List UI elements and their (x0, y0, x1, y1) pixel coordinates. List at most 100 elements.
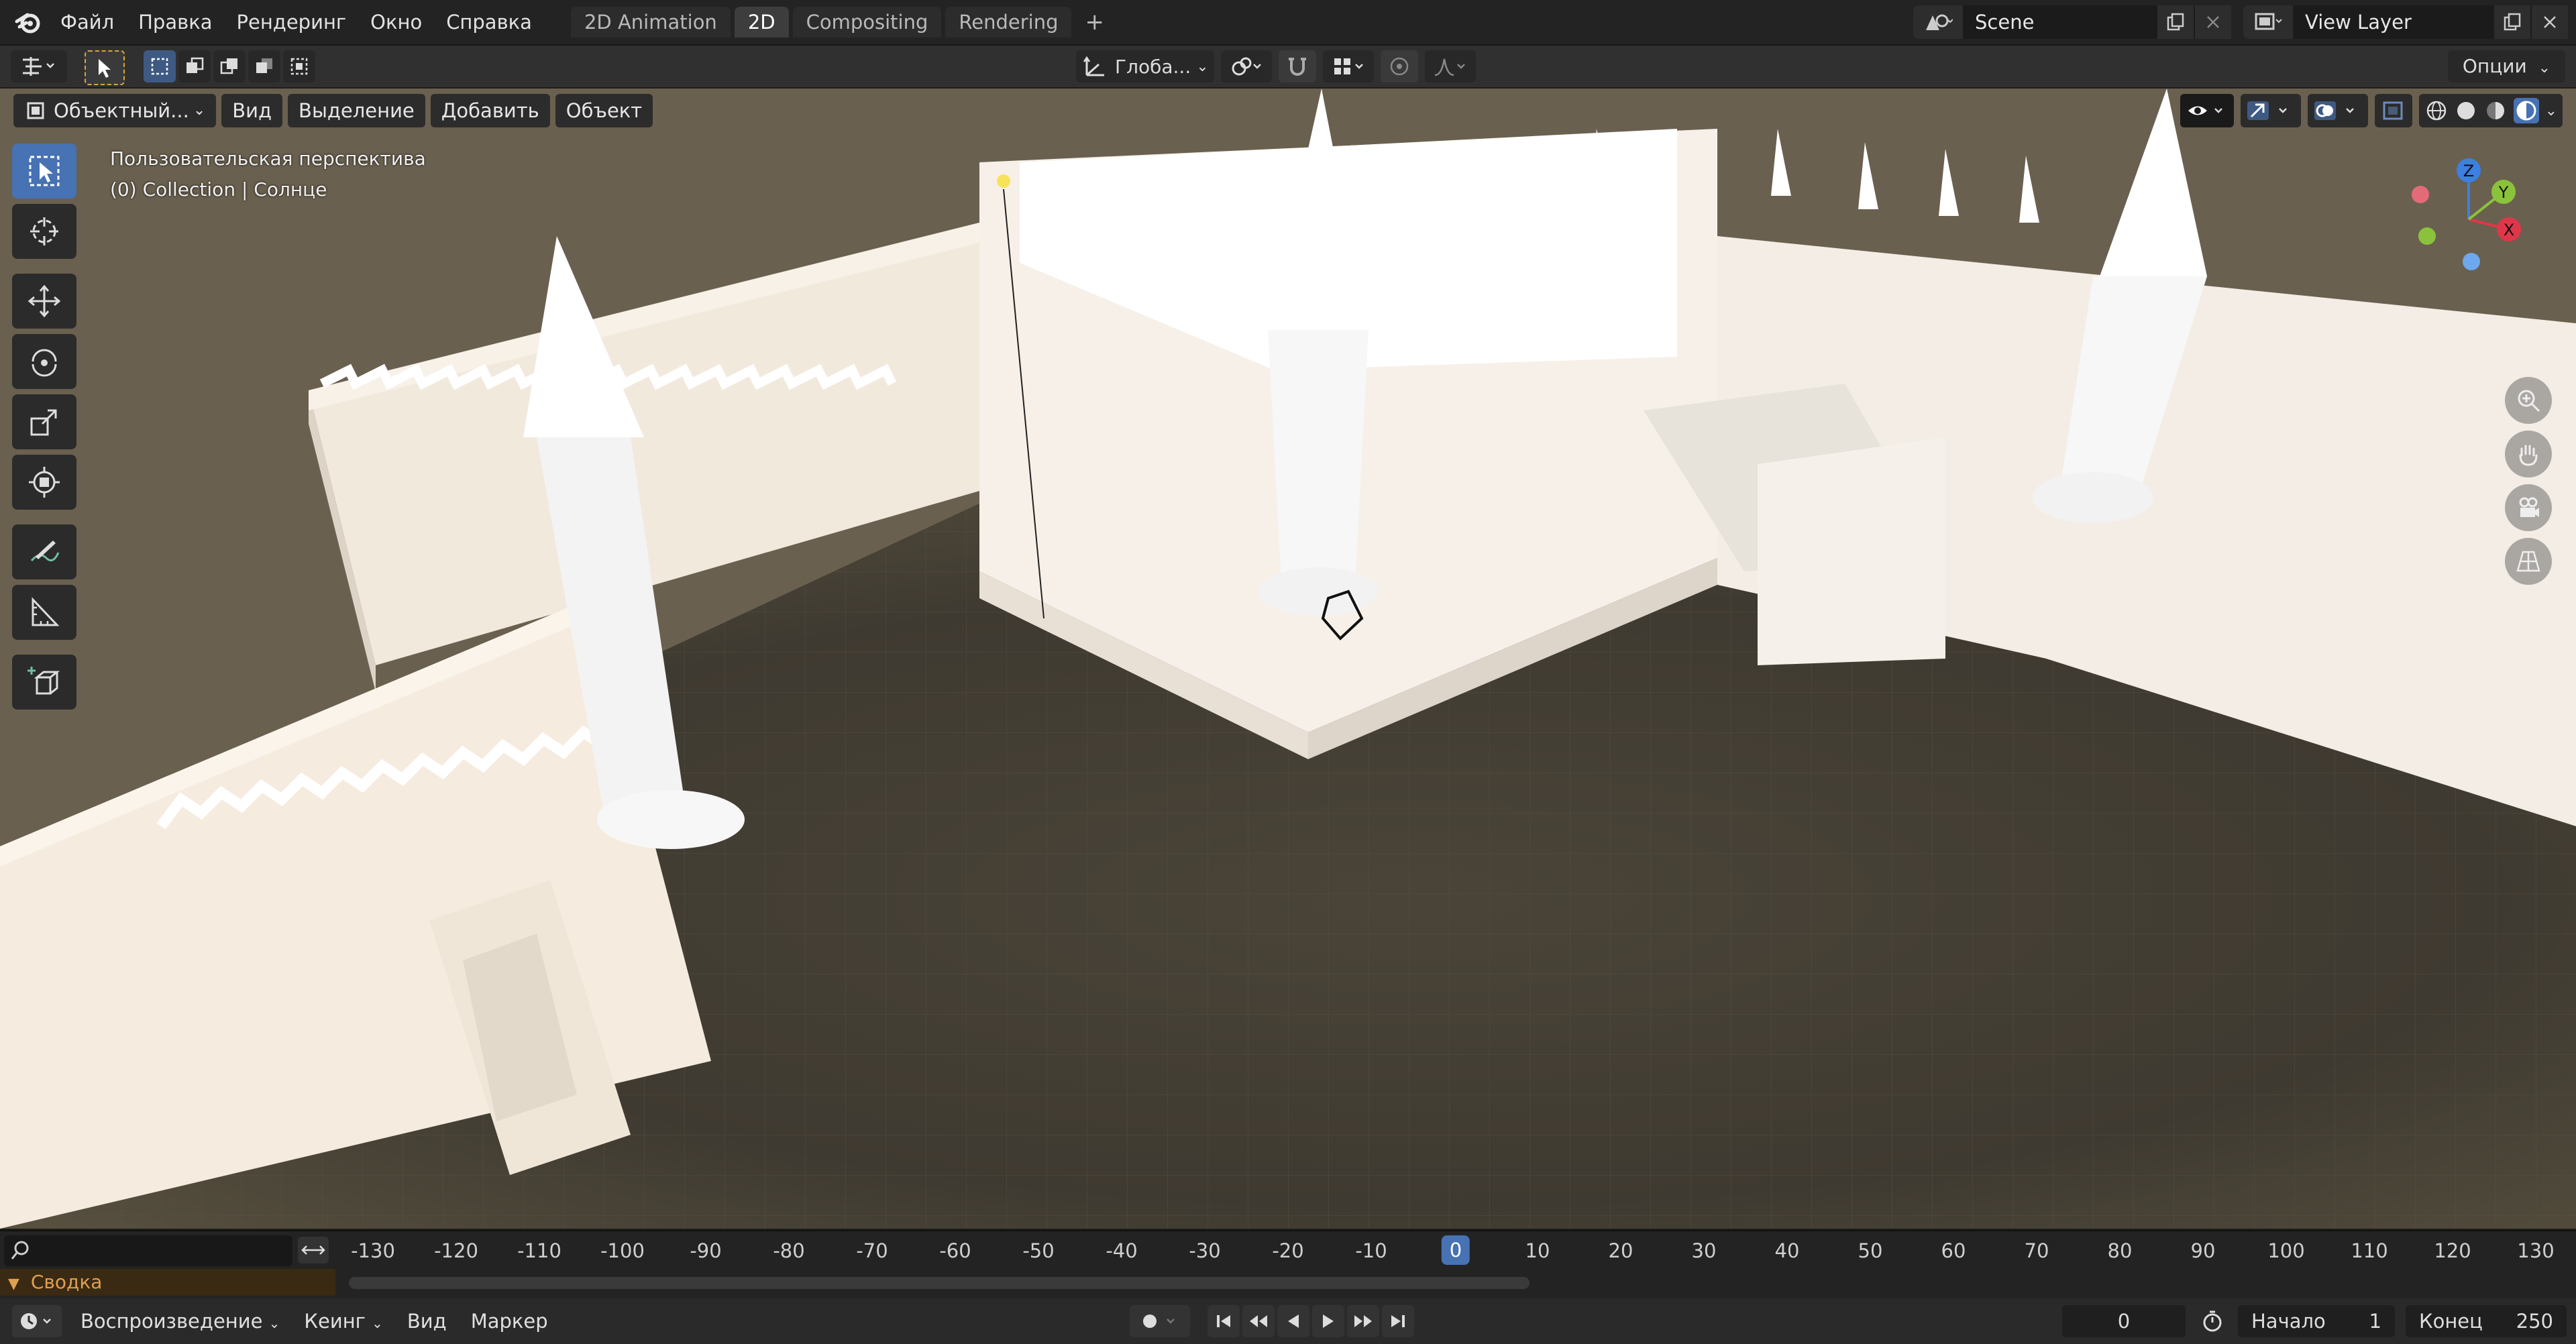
menu-timeline-view[interactable]: Вид (395, 1310, 459, 1333)
menu-help[interactable]: Справка (434, 0, 544, 44)
play-icon[interactable] (1312, 1305, 1344, 1337)
tick-label: -30 (1189, 1239, 1221, 1262)
sync-icon[interactable] (298, 1237, 329, 1264)
menu-playback[interactable]: Воспроизведение ⌄ (68, 1310, 292, 1333)
new-view-layer-icon[interactable] (2493, 5, 2530, 39)
tab-compositing[interactable]: Compositing (792, 7, 942, 38)
tab-2d[interactable]: 2D (734, 7, 789, 38)
3d-viewport[interactable]: Объектный... ⌄ Вид Выделение Добавить Об… (0, 89, 2576, 1229)
blender-logo-icon[interactable] (8, 0, 48, 44)
timeline-editor-type-icon[interactable] (12, 1305, 62, 1337)
falloff-curve-icon[interactable] (1425, 50, 1476, 82)
transform-tool-icon[interactable] (12, 455, 76, 510)
select-intersect-icon[interactable] (283, 50, 315, 82)
camera-view-icon[interactable] (2505, 484, 2552, 531)
chevron-down-icon[interactable]: ⌄ (2545, 103, 2557, 119)
menu-object[interactable]: Объект (555, 94, 653, 127)
menu-add[interactable]: Добавить (430, 94, 550, 127)
tick-label: 20 (1608, 1239, 1633, 1262)
summary-channel[interactable]: ▼ Сводка (0, 1269, 335, 1296)
visibility-toggle-icon[interactable] (2180, 94, 2234, 127)
select-extend-icon[interactable] (178, 50, 211, 82)
delete-view-layer-icon[interactable] (2530, 5, 2568, 39)
chevron-down-icon: ⌄ (193, 102, 206, 119)
options-dropdown[interactable]: Опции ⌄ (2447, 50, 2565, 82)
jump-end-icon[interactable] (1382, 1305, 1414, 1337)
next-keyframe-icon[interactable] (1347, 1305, 1379, 1337)
rendered-shading-icon[interactable] (2513, 97, 2540, 124)
add-workspace-icon[interactable]: + (1075, 9, 1114, 36)
view-layer-icon[interactable] (2243, 5, 2293, 39)
menu-select[interactable]: Выделение (288, 94, 425, 127)
start-frame-field[interactable]: Начало 1 (2238, 1305, 2395, 1337)
current-frame-field[interactable]: 0 (2062, 1305, 2186, 1337)
tick-label: 90 (2190, 1239, 2216, 1262)
measure-tool-icon[interactable] (12, 585, 76, 640)
select-new-icon[interactable] (144, 50, 176, 82)
navigation-gizmo[interactable]: Z Y X (2402, 156, 2536, 283)
delete-scene-icon[interactable] (2194, 5, 2231, 39)
annotate-tool-icon[interactable] (12, 524, 76, 579)
scale-tool-icon[interactable] (12, 394, 76, 449)
select-invert-icon[interactable] (248, 50, 280, 82)
menu-view[interactable]: Вид (221, 94, 283, 127)
select-subtract-icon[interactable] (213, 50, 246, 82)
move-tool-icon[interactable] (12, 274, 76, 329)
timeline-ruler[interactable]: -130 -120 -110 -100 -90 -80 -70 -60 -50 … (335, 1231, 2576, 1269)
auto-keying-icon[interactable] (1130, 1305, 1190, 1337)
blender-window: Файл Правка Рендеринг Окно Справка 2D An… (0, 0, 2576, 1344)
select-box-tool-icon[interactable] (12, 144, 76, 199)
jump-start-icon[interactable] (1208, 1305, 1240, 1337)
menu-keying[interactable]: Кеинг ⌄ (292, 1310, 394, 1333)
timeline-scrollbar[interactable] (349, 1277, 1529, 1289)
wireframe-shading-icon[interactable] (2424, 99, 2449, 123)
solid-shading-icon[interactable] (2454, 99, 2478, 123)
stopwatch-icon[interactable] (2194, 1305, 2231, 1337)
perspective-toggle-icon[interactable] (2505, 538, 2552, 585)
prev-keyframe-icon[interactable] (1242, 1305, 1275, 1337)
overlay-toggle-icon[interactable] (2307, 94, 2368, 127)
menu-file[interactable]: Файл (48, 0, 126, 44)
menu-keying-label: Кеинг (304, 1310, 366, 1333)
material-preview-icon[interactable] (2483, 99, 2508, 123)
pivot-point-icon[interactable] (1221, 50, 1272, 82)
view-layer-selector[interactable]: View Layer (2243, 5, 2568, 39)
gizmo-y-label: Y (2498, 183, 2509, 202)
pan-hand-icon[interactable] (2505, 431, 2552, 478)
timeline-search-field[interactable] (4, 1235, 292, 1266)
zoom-icon[interactable] (2505, 377, 2552, 424)
tab-2d-animation[interactable]: 2D Animation (570, 7, 731, 38)
tab-rendering[interactable]: Rendering (945, 7, 1072, 38)
gizmo-toggle-icon[interactable] (2240, 94, 2301, 127)
gizmo-neg-x-axis[interactable] (2412, 186, 2429, 203)
snap-element-icon[interactable] (1323, 50, 1374, 82)
xray-toggle-icon[interactable] (2374, 94, 2412, 127)
cursor-tool-icon[interactable] (12, 204, 76, 259)
tick-label: 40 (1774, 1239, 1800, 1262)
tick-label: -10 (1355, 1239, 1387, 1262)
new-scene-icon[interactable] (2156, 5, 2194, 39)
collapse-triangle-icon[interactable]: ▼ (8, 1276, 19, 1292)
editor-type-icon[interactable] (11, 50, 67, 82)
current-frame-indicator[interactable]: 0 (1441, 1235, 1470, 1265)
gizmo-neg-y-axis[interactable] (2418, 227, 2436, 245)
timeline-editor: -130 -120 -110 -100 -90 -80 -70 -60 -50 … (0, 1230, 2576, 1298)
transform-orientation-dropdown[interactable]: Глоба... ⌄ (1076, 50, 1214, 82)
gizmo-neg-z-axis[interactable] (2463, 253, 2480, 270)
rotate-tool-icon[interactable] (12, 334, 76, 389)
menu-edit[interactable]: Правка (126, 0, 224, 44)
menu-window[interactable]: Окно (358, 0, 434, 44)
scene-selector[interactable]: Scene (1913, 5, 2231, 39)
end-frame-field[interactable]: Конец 250 (2406, 1305, 2567, 1337)
proportional-editing-icon[interactable] (1381, 50, 1418, 82)
interaction-mode-dropdown[interactable]: Объектный... ⌄ (13, 94, 217, 127)
view-perspective-label: Пользовательская перспектива (110, 148, 426, 170)
snap-toggle-icon[interactable] (1279, 50, 1316, 82)
menu-marker[interactable]: Маркер (459, 1310, 560, 1333)
scene-icon[interactable] (1913, 5, 1963, 39)
menu-render[interactable]: Рендеринг (225, 0, 359, 44)
select-tool-icon[interactable] (85, 50, 125, 85)
tick-label: 60 (1941, 1239, 1966, 1262)
add-cube-tool-icon[interactable] (12, 655, 76, 710)
play-reverse-icon[interactable] (1277, 1305, 1309, 1337)
